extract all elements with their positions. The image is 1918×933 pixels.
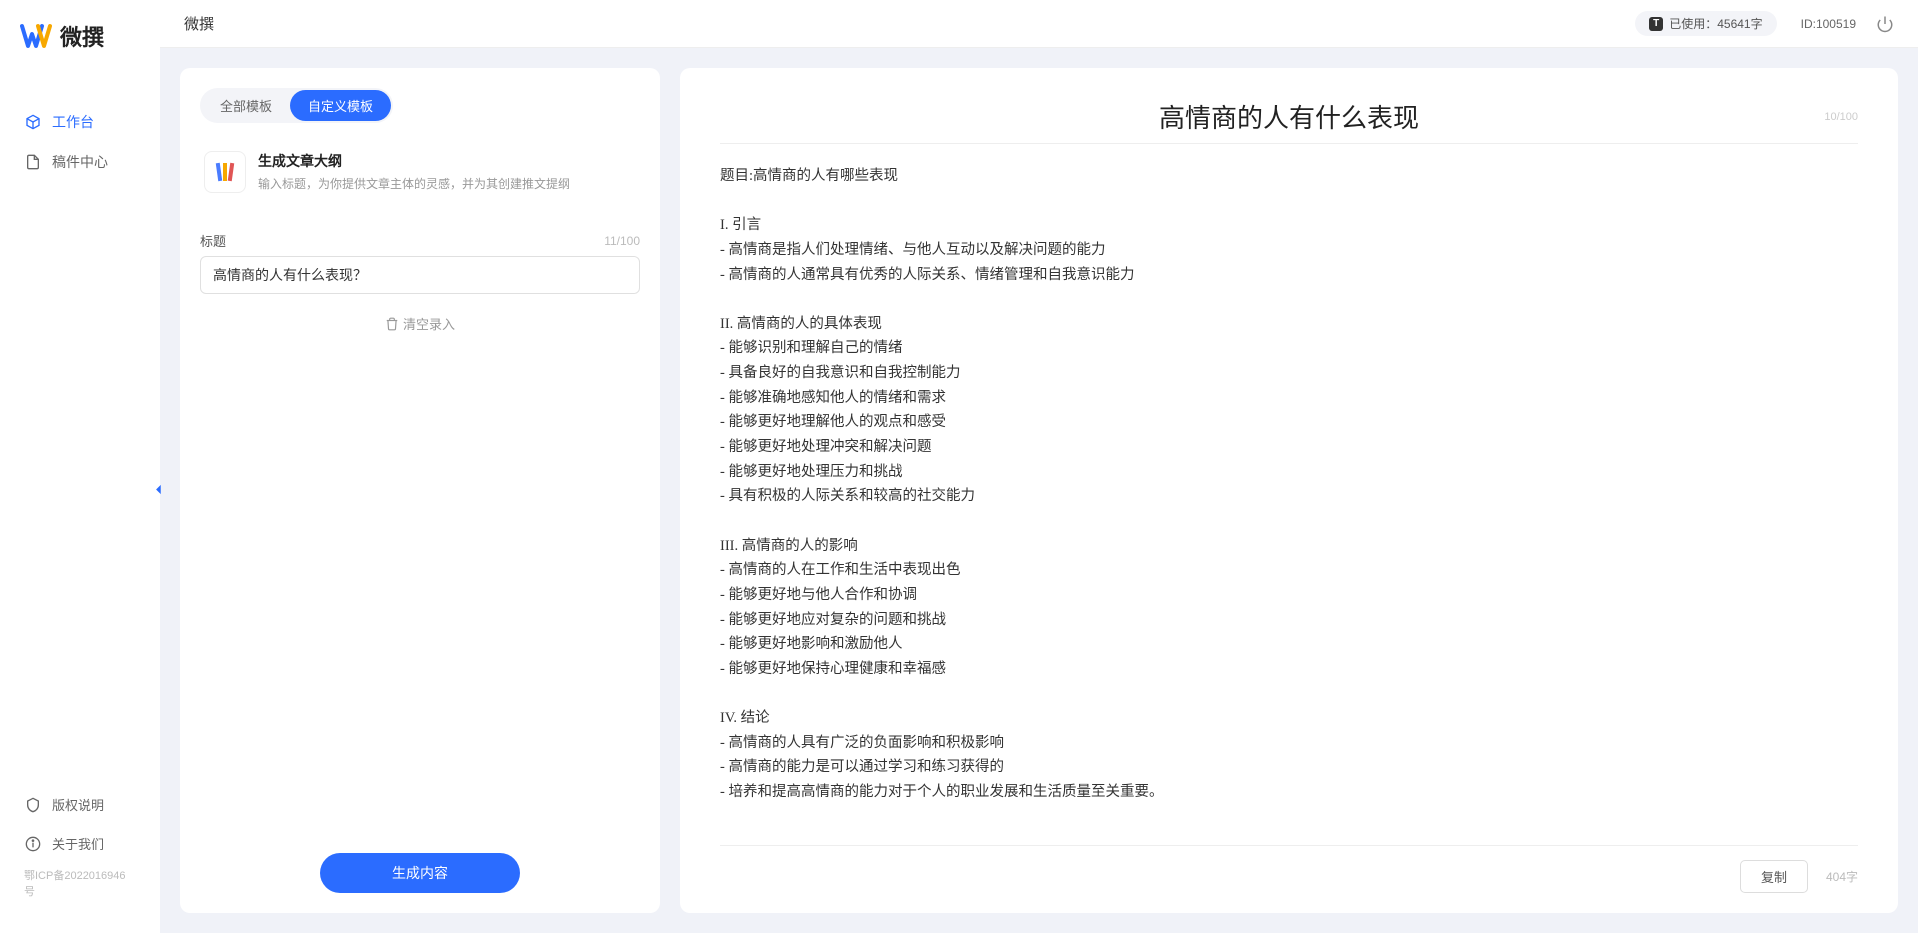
output-title-counter: 10/100 <box>1824 111 1858 123</box>
template-tabs: 全部模板 自定义模板 <box>200 88 393 123</box>
template-info: 生成文章大纲 输入标题，为你提供文章主体的灵感，并为其创建推文提纲 <box>258 151 636 192</box>
output-body: 题目:高情商的人有哪些表现 I. 引言 - 高情商是指人们处理情绪、与他人互动以… <box>720 164 1858 835</box>
output-title-row: 高情商的人有什么表现 10/100 <box>720 98 1858 135</box>
usage-badge: T 已使用： 45641字 <box>1635 11 1776 36</box>
output-panel: 高情商的人有什么表现 10/100 题目:高情商的人有哪些表现 I. 引言 - … <box>680 68 1898 913</box>
sidebar: 微撰 工作台 稿件中心 版权说明 <box>0 0 160 933</box>
power-icon[interactable] <box>1876 15 1894 33</box>
shield-icon <box>24 796 42 814</box>
output-word-count: 404字 <box>1826 868 1858 885</box>
template-name: 生成文章大纲 <box>258 151 636 171</box>
nav-workspace-label: 工作台 <box>52 112 94 132</box>
output-footer: 复制 404字 <box>720 845 1858 893</box>
template-card: 生成文章大纲 输入标题，为你提供文章主体的灵感，并为其创建推文提纲 <box>200 143 640 201</box>
generate-button[interactable]: 生成内容 <box>320 853 520 893</box>
nav-drafts[interactable]: 稿件中心 <box>0 142 160 182</box>
main-nav: 工作台 稿件中心 <box>0 82 160 785</box>
nav-copyright-label: 版权说明 <box>52 795 104 814</box>
nav-about-label: 关于我们 <box>52 834 104 853</box>
clear-input-button[interactable]: 清空录入 <box>200 314 640 333</box>
nav-drafts-label: 稿件中心 <box>52 152 108 172</box>
document-icon <box>24 153 42 171</box>
trash-icon <box>385 317 399 331</box>
template-books-icon <box>204 151 246 193</box>
title-input[interactable] <box>200 256 640 294</box>
page-title: 微撰 <box>184 13 214 34</box>
template-desc: 输入标题，为你提供文章主体的灵感，并为其创建推文提纲 <box>258 175 636 192</box>
usage-value: 45641字 <box>1717 15 1762 32</box>
topbar: 微撰 T 已使用： 45641字 ID:100519 <box>160 0 1918 48</box>
title-label: 标题 <box>200 231 226 250</box>
output-divider <box>720 143 1858 144</box>
usage-label: 已使用： <box>1669 15 1717 32</box>
output-title: 高情商的人有什么表现 <box>1159 104 1419 133</box>
icp-text: 鄂ICP备2022016946号 <box>0 863 160 903</box>
title-label-row: 标题 11/100 <box>200 231 640 250</box>
app-root: 微撰 工作台 稿件中心 版权说明 <box>0 0 1918 933</box>
brand-name: 微撰 <box>60 20 104 52</box>
clear-label: 清空录入 <box>403 314 455 333</box>
tab-custom-templates[interactable]: 自定义模板 <box>290 90 391 121</box>
info-icon <box>24 835 42 853</box>
content-area: 全部模板 自定义模板 生成文章大纲 输入标题，为你提供文章主体的灵感，并为其创建… <box>160 48 1918 933</box>
main-area: 微撰 T 已使用： 45641字 ID:100519 全部模板 自定义模板 <box>160 0 1918 933</box>
input-panel: 全部模板 自定义模板 生成文章大纲 输入标题，为你提供文章主体的灵感，并为其创建… <box>180 68 660 913</box>
sidebar-bottom: 版权说明 关于我们 鄂ICP备2022016946号 <box>0 785 160 913</box>
nav-about[interactable]: 关于我们 <box>0 824 160 863</box>
tab-all-templates[interactable]: 全部模板 <box>202 90 290 121</box>
title-char-count: 11/100 <box>604 234 640 248</box>
nav-copyright[interactable]: 版权说明 <box>0 785 160 824</box>
copy-button[interactable]: 复制 <box>1740 860 1808 893</box>
logo-icon <box>20 20 52 52</box>
nav-workspace[interactable]: 工作台 <box>0 102 160 142</box>
cube-icon <box>24 113 42 131</box>
logo: 微撰 <box>0 20 160 82</box>
user-id: ID:100519 <box>1801 17 1856 31</box>
collapse-handle-icon[interactable] <box>152 480 166 501</box>
text-icon: T <box>1649 17 1663 31</box>
